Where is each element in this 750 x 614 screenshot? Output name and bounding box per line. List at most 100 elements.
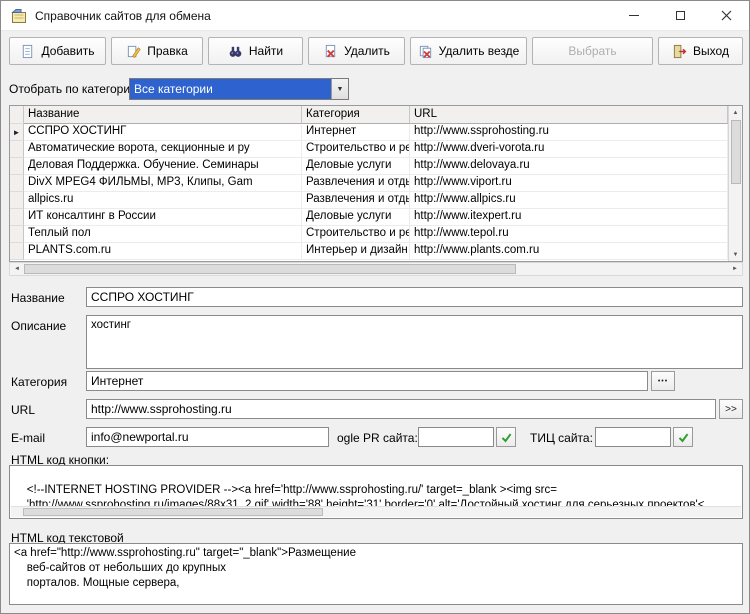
memo-horizontal-scrollbar[interactable]: [11, 506, 741, 517]
cell-url[interactable]: http://www.viport.ru: [410, 175, 728, 192]
row-marker: [10, 243, 24, 260]
close-button[interactable]: [703, 1, 749, 30]
cell-category[interactable]: Деловые услуги: [302, 209, 410, 226]
cell-url[interactable]: http://www.dveri-vorota.ru: [410, 141, 728, 158]
table-row[interactable]: Теплый полСтроительство и ремонтhttp://w…: [10, 226, 728, 243]
scroll-left-icon[interactable]: ◄: [10, 266, 24, 272]
indicator-column-header: [10, 106, 24, 124]
table-row[interactable]: PLANTS.com.ru Интерьер и дизайн http://www…: [10, 243, 728, 260]
delete-icon: [323, 44, 338, 59]
scroll-right-icon[interactable]: ►: [728, 266, 742, 272]
description-label: Описание: [11, 319, 67, 333]
find-button-label: Найти: [248, 44, 284, 58]
cell-url[interactable]: http://www.allpics.ru: [410, 192, 728, 209]
exit-button-label: Выход: [693, 44, 729, 58]
html-button-code-input[interactable]: <!--INTERNET HOSTING PROVIDER --><a href…: [9, 465, 743, 519]
column-header-category[interactable]: Категория: [302, 106, 410, 124]
green-check-icon: [501, 433, 511, 442]
green-check-icon: [678, 433, 688, 442]
sites-table-main: Название Категория URL ► ССПРО ХОСТИНГ Инт…: [10, 106, 728, 261]
delete-everywhere-button[interactable]: Удалить везде: [410, 37, 527, 65]
open-url-button[interactable]: >>: [719, 399, 743, 419]
vertical-scroll-track[interactable]: [729, 119, 742, 248]
exit-button[interactable]: Выход: [658, 37, 743, 65]
cell-category[interactable]: Развлечения и отдых: [302, 175, 410, 192]
cell-category[interactable]: Интерьер и дизайн: [302, 243, 410, 260]
cell-name[interactable]: Автоматические ворота, секционные и ру: [24, 141, 302, 158]
cell-category[interactable]: Деловые услуги: [302, 158, 410, 175]
toolbar: Добавить Правка Найти Удалить Удалить ве…: [9, 37, 743, 65]
minimize-icon: [629, 15, 639, 16]
add-button[interactable]: Добавить: [9, 37, 106, 65]
chevron-down-icon[interactable]: ▼: [331, 79, 348, 99]
row-marker: [10, 141, 24, 158]
cell-category[interactable]: Строительство и ремонт: [302, 141, 410, 158]
category-picker-button[interactable]: •••: [651, 371, 675, 391]
table-row[interactable]: ► ССПРО ХОСТИНГ Интернет http://www.ssproho…: [10, 124, 728, 141]
app-window: Справочник сайтов для обмена Добавить Пр…: [0, 0, 750, 614]
column-header-url[interactable]: URL: [410, 106, 728, 124]
description-input[interactable]: хостинг: [86, 315, 743, 369]
html-text-code-input[interactable]: <a href="http://www.ssprohosting.ru" tar…: [9, 543, 743, 605]
scroll-down-icon[interactable]: ▼: [729, 248, 742, 261]
cell-url[interactable]: http://www.tepol.ru: [410, 226, 728, 243]
cell-name[interactable]: ССПРО ХОСТИНГ: [24, 124, 302, 141]
category-filter-combobox[interactable]: Все категории ▼: [129, 78, 349, 100]
url-input[interactable]: http://www.ssprohosting.ru: [86, 399, 716, 419]
horizontal-scroll-thumb[interactable]: [24, 264, 516, 274]
table-row[interactable]: Автоматические ворота, секционные и ру Ст…: [10, 141, 728, 158]
table-row[interactable]: ИТ консалтинг в России Деловые услуги http…: [10, 209, 728, 226]
cell-name[interactable]: Теплый пол: [24, 226, 302, 243]
add-button-label: Добавить: [41, 44, 95, 58]
cell-url[interactable]: http://www.ssprohosting.ru: [410, 124, 728, 141]
cell-category[interactable]: Развлечения и отдых: [302, 192, 410, 209]
titlebar: Справочник сайтов для обмена: [1, 1, 749, 31]
scroll-up-icon[interactable]: ▲: [729, 106, 742, 119]
cell-name[interactable]: ИТ консалтинг в России: [24, 209, 302, 226]
minimize-button[interactable]: [611, 1, 657, 30]
cell-name[interactable]: PLANTS.com.ru: [24, 243, 302, 260]
find-button[interactable]: Найти: [208, 37, 303, 65]
app-icon: [11, 8, 27, 24]
edit-button-label: Правка: [147, 44, 188, 58]
check-pr-button[interactable]: [496, 427, 516, 447]
edit-button[interactable]: Правка: [111, 37, 203, 65]
memo-scroll-thumb[interactable]: [23, 508, 323, 516]
cell-name[interactable]: allpics.ru: [24, 192, 302, 209]
exit-icon: [672, 44, 687, 59]
cell-url[interactable]: http://www.itexpert.ru: [410, 209, 728, 226]
maximize-button[interactable]: [657, 1, 703, 30]
horizontal-scrollbar[interactable]: ◄ ►: [9, 262, 743, 276]
cell-name[interactable]: Деловая Поддержка. Обучение. Семинары: [24, 158, 302, 175]
select-button[interactable]: Выбрать: [532, 37, 653, 65]
category-label: Категория: [11, 375, 68, 389]
cell-url[interactable]: http://www.plants.com.ru: [410, 243, 728, 260]
row-marker: [10, 175, 24, 192]
maximize-icon: [675, 11, 685, 20]
name-input[interactable]: ССПРО ХОСТИНГ: [86, 287, 743, 307]
table-row[interactable]: DivX MPEG4 ФИЛЬМЫ, MP3, Клипы, Gam Развле…: [10, 175, 728, 192]
filter-by-category-label: Отобрать по категории: [9, 82, 137, 96]
window-title: Справочник сайтов для обмена: [35, 8, 211, 23]
cell-url[interactable]: http://www.delovaya.ru: [410, 158, 728, 175]
url-label: URL: [11, 403, 36, 417]
email-input[interactable]: info@newportal.ru: [86, 427, 329, 447]
vertical-scroll-thumb[interactable]: [730, 120, 741, 184]
edit-pencil-icon: [126, 44, 141, 59]
select-button-label: Выбрать: [568, 44, 617, 58]
cell-name[interactable]: DivX MPEG4 ФИЛЬМЫ, MP3, Клипы, Gam: [24, 175, 302, 192]
delete-button-label: Удалить: [344, 44, 390, 58]
vertical-scrollbar[interactable]: ▲ ▼: [728, 106, 742, 261]
cell-category[interactable]: Интернет: [302, 124, 410, 141]
cell-category[interactable]: Строительство и ремонт: [302, 226, 410, 243]
category-input[interactable]: Интернет: [86, 371, 648, 391]
google-pr-input[interactable]: [418, 427, 494, 447]
email-label: E-mail: [11, 431, 46, 445]
table-row[interactable]: Деловая Поддержка. Обучение. Семинары Дел…: [10, 158, 728, 175]
tic-input[interactable]: [595, 427, 671, 447]
table-row[interactable]: allpics.ru Развлечения и отдых http://www.…: [10, 192, 728, 209]
delete-button[interactable]: Удалить: [308, 37, 405, 65]
name-label: Название: [11, 291, 65, 305]
column-header-name[interactable]: Название: [24, 106, 302, 124]
check-tic-button[interactable]: [673, 427, 693, 447]
